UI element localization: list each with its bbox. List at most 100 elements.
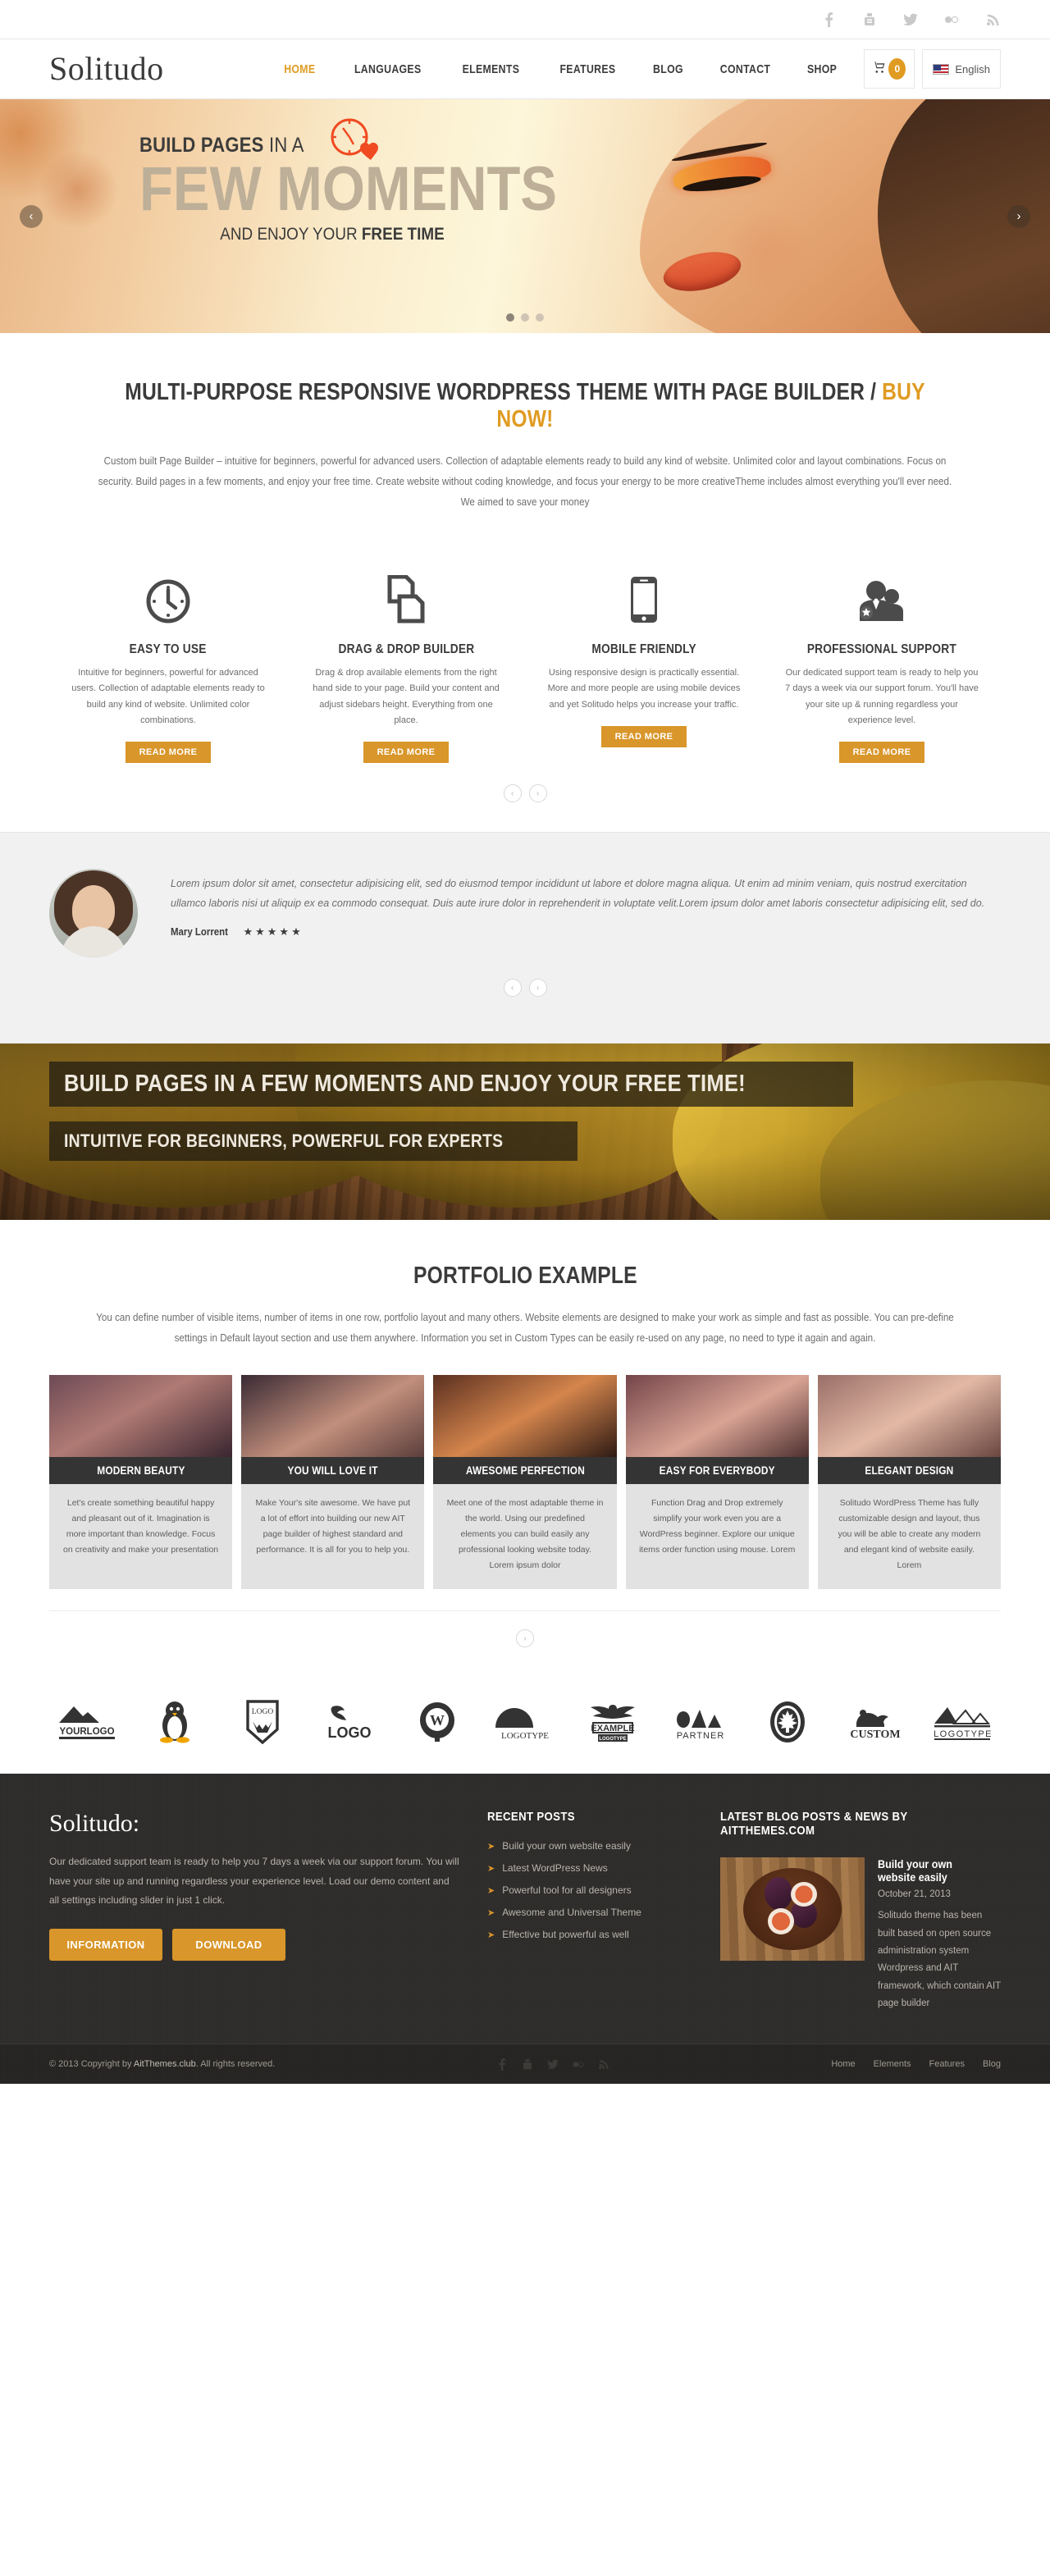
portfolio-card[interactable]: EASY FOR EVERYBODY Function Drag and Dro…: [625, 1375, 809, 1590]
download-button[interactable]: DOWNLOAD: [172, 1928, 285, 1961]
yourlogo-mountain-logo[interactable]: YOURLOGO: [49, 1698, 125, 1746]
arrow-icon: ➤: [487, 1907, 495, 1918]
twitter-icon[interactable]: [902, 11, 919, 29]
penguin-logo[interactable]: [137, 1698, 212, 1746]
cart-button[interactable]: 0: [864, 49, 915, 89]
svg-text:LOGO: LOGO: [328, 1724, 372, 1741]
feature-title: PROFESSIONAL SUPPORT: [806, 642, 957, 656]
nav-item-contact[interactable]: CONTACT: [709, 62, 782, 76]
example-eagle-logo[interactable]: EXAMPLE LOGOTYPE: [575, 1698, 651, 1746]
footer-blog-title: LATEST BLOG POSTS & NEWS BY AITTHEMES.CO…: [720, 1810, 908, 1838]
rss-icon[interactable]: [984, 11, 1001, 29]
recent-post-item[interactable]: ➤ Latest WordPress News: [487, 1862, 692, 1874]
feature-read-more-button[interactable]: READ MORE: [125, 742, 212, 763]
svg-text:LOGOTYPE: LOGOTYPE: [934, 1729, 993, 1739]
svg-text:LOGOTYPE: LOGOTYPE: [599, 1737, 626, 1742]
partner-logo[interactable]: PARTNER: [663, 1698, 738, 1746]
feature-card-easy-to-use: EASY TO USE Intuitive for beginners, pow…: [49, 555, 287, 763]
portfolio-card-title: MODERN BEAUTY: [49, 1457, 233, 1484]
feature-text: Using responsive design is practically e…: [547, 668, 741, 710]
twitter-icon[interactable]: [547, 2058, 559, 2071]
nav-item-features[interactable]: FEATURES: [549, 62, 628, 76]
features-prev-button[interactable]: ‹: [503, 784, 522, 802]
aitthemes-link[interactable]: AitThemes.club: [134, 2059, 196, 2069]
banner-headline-box: BUILD PAGES IN A FEW MOMENTS AND ENJOY Y…: [49, 1062, 854, 1107]
logotype-bear-logo[interactable]: LOGOTYPE: [487, 1698, 563, 1746]
footer-brand-title: Solitudo:: [49, 1810, 140, 1838]
language-selector[interactable]: English: [922, 49, 1001, 89]
portfolio-card-text: Let's create something beautiful happy a…: [63, 1498, 219, 1555]
support-team-icon: [784, 555, 979, 624]
slider-dot-1[interactable]: [506, 313, 514, 322]
svg-text:LOGOTYPE: LOGOTYPE: [501, 1731, 549, 1741]
features-section: EASY TO USE Intuitive for beginners, pow…: [0, 537, 1050, 832]
slider-model-photo: [525, 99, 1050, 333]
custom-bear-logo[interactable]: CUSTOM: [838, 1698, 913, 1746]
slider-prev-button[interactable]: ‹: [20, 204, 43, 228]
portfolio-card-text: Make Your's site awesome. We have put a …: [255, 1498, 411, 1555]
recent-post-item[interactable]: ➤ Effective but powerful as well: [487, 1929, 692, 1940]
information-button[interactable]: INFORMATION: [49, 1928, 162, 1961]
portfolio-title: PORTFOLIO EXAMPLE: [413, 1263, 637, 1289]
nav-item-languages[interactable]: LANGUAGES: [343, 62, 432, 76]
feature-card-mobile-friendly: MOBILE FRIENDLY Using responsive design …: [525, 555, 763, 763]
clock-heart-icon: [328, 117, 386, 163]
feature-title: DRAG & DROP BUILDER: [338, 642, 474, 656]
portfolio-card-title: AWESOME PERFECTION: [433, 1457, 617, 1484]
slider-dot-3[interactable]: [536, 313, 544, 322]
feature-read-more-button[interactable]: READ MORE: [838, 742, 925, 763]
feature-text: Intuitive for beginners, powerful for ad…: [71, 668, 265, 725]
testimonial-quote: Lorem ipsum dolor sit amet, consectetur …: [171, 878, 985, 910]
recent-post-item[interactable]: ➤ Powerful tool for all designers: [487, 1884, 692, 1896]
blog-post-title[interactable]: Build your own website easily: [878, 1857, 988, 1884]
svg-text:PARTNER: PARTNER: [676, 1731, 724, 1741]
testimonial-author: Mary Lorrent: [171, 925, 228, 939]
site-logo[interactable]: Solitudo: [49, 53, 164, 85]
recent-post-item[interactable]: ➤ Awesome and Universal Theme: [487, 1907, 692, 1918]
portfolio-next-button[interactable]: ›: [516, 1629, 534, 1648]
testimonials-next-button[interactable]: ›: [528, 979, 547, 997]
features-carousel-nav: ‹ ›: [49, 784, 1001, 824]
blog-post-thumbnail[interactable]: [720, 1857, 865, 1962]
footer-nav-home[interactable]: Home: [831, 2059, 855, 2069]
cart-icon: [873, 61, 886, 77]
footer-nav-blog[interactable]: Blog: [983, 2059, 1001, 2069]
intro-title: MULTI-PURPOSE RESPONSIVE WORDPRESS THEME…: [125, 379, 925, 432]
footer-nav-features[interactable]: Features: [929, 2059, 965, 2069]
youtube-icon[interactable]: [522, 2058, 533, 2071]
features-next-button[interactable]: ›: [528, 784, 547, 802]
nav-item-shop[interactable]: SHOP: [796, 62, 848, 76]
logo-bird-logo[interactable]: LOGO: [312, 1698, 387, 1746]
footer-nav-elements[interactable]: Elements: [874, 2059, 911, 2069]
page-root: Solitudo HOME LANGUAGES ELEMENTS FEATURE…: [0, 0, 1050, 2085]
portfolio-card[interactable]: ELEGANT DESIGN Solitudo WordPress Theme …: [817, 1375, 1002, 1590]
testimonials-prev-button[interactable]: ‹: [503, 979, 522, 997]
logotype-mountains-logo[interactable]: LOGOTYPE: [925, 1698, 1001, 1746]
nav-item-elements[interactable]: ELEMENTS: [451, 62, 531, 76]
feature-read-more-button[interactable]: READ MORE: [600, 725, 687, 747]
nav-item-blog[interactable]: BLOG: [641, 62, 695, 76]
maple-leaf-seal-logo[interactable]: [750, 1698, 825, 1746]
site-footer: Solitudo: Our dedicated support team is …: [0, 1774, 1050, 2044]
youtube-icon[interactable]: [861, 11, 878, 29]
logo-shield-logo[interactable]: LOGO: [225, 1698, 300, 1746]
portfolio-card[interactable]: MODERN BEAUTY Let's create something bea…: [49, 1375, 233, 1590]
portfolio-lead: You can define number of visible items, …: [96, 1312, 954, 1344]
nav-item-home[interactable]: HOME: [273, 62, 327, 76]
feature-title: EASY TO USE: [130, 642, 207, 656]
portfolio-card[interactable]: AWESOME PERFECTION Meet one of the most …: [433, 1375, 617, 1590]
recent-post-item[interactable]: ➤ Build your own website easily: [487, 1840, 692, 1852]
slider-dot-2[interactable]: [521, 313, 529, 322]
flickr-icon[interactable]: [943, 11, 960, 29]
w-wreath-logo[interactable]: W: [399, 1698, 475, 1746]
slider-leaf-decor-2: [33, 148, 123, 231]
facebook-icon[interactable]: [820, 11, 837, 29]
slider-next-button[interactable]: ›: [1007, 204, 1030, 228]
rss-icon[interactable]: [598, 2058, 609, 2071]
slider-line-2: FEW MOMENTS: [139, 154, 557, 224]
portfolio-card[interactable]: YOU WILL LOVE IT Make Your's site awesom…: [241, 1375, 425, 1590]
flickr-icon[interactable]: [573, 2058, 584, 2071]
feature-read-more-button[interactable]: READ MORE: [363, 742, 450, 763]
facebook-icon[interactable]: [496, 2058, 508, 2071]
intro-section: MULTI-PURPOSE RESPONSIVE WORDPRESS THEME…: [0, 333, 1050, 537]
